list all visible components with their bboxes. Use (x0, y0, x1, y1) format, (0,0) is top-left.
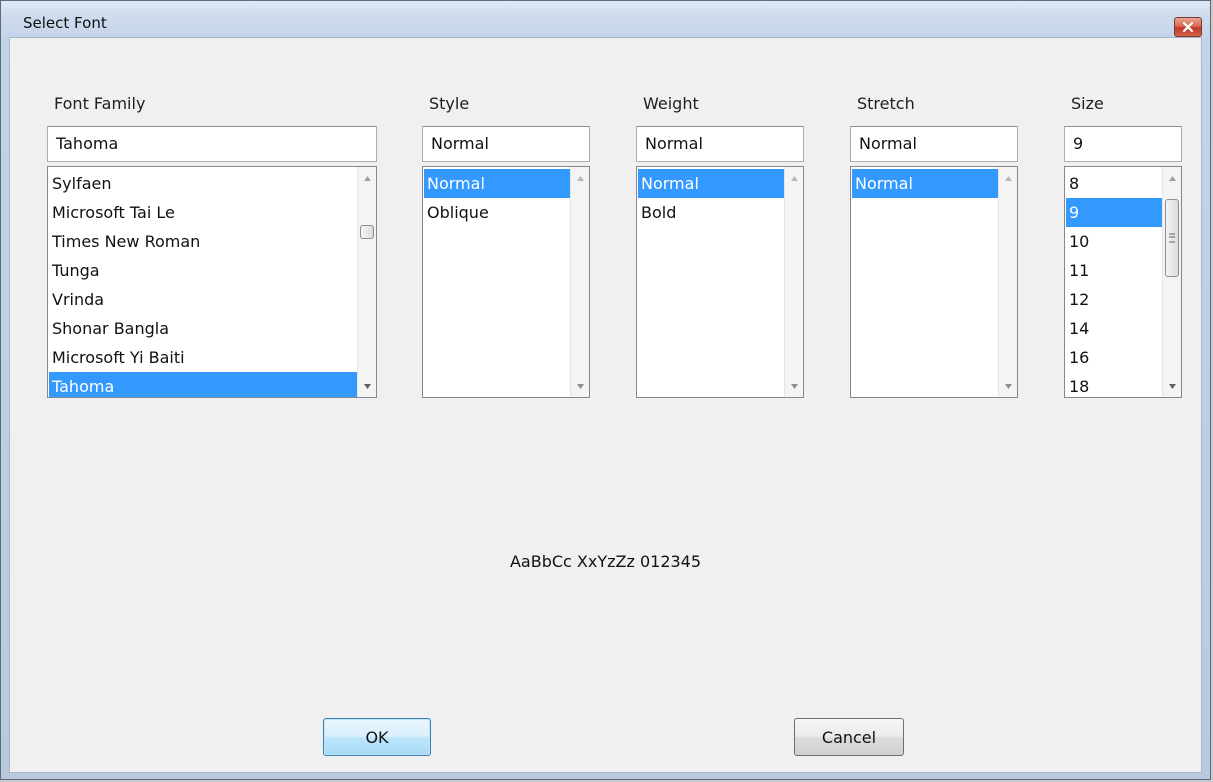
size-list-item[interactable]: 11 (1066, 256, 1162, 285)
scroll-up-arrow-icon[interactable] (1163, 169, 1181, 187)
font-preview-text: AaBbCc XxYzZz 012345 (509, 552, 702, 571)
size-label: Size (1071, 94, 1104, 113)
stretch-label: Stretch (857, 94, 915, 113)
scroll-up-arrow-icon[interactable] (571, 169, 589, 187)
stretch-list[interactable]: Normal (850, 166, 1018, 398)
family-list-item[interactable]: Microsoft Yi Baiti (49, 343, 357, 372)
scroll-down-arrow-icon[interactable] (1163, 377, 1181, 395)
size-list-item[interactable]: 9 (1066, 198, 1162, 227)
style-items: Normal Oblique (424, 169, 570, 227)
size-list-item[interactable]: 14 (1066, 314, 1162, 343)
cancel-button[interactable]: Cancel (794, 718, 904, 756)
family-list-item[interactable]: Microsoft Tai Le (49, 198, 357, 227)
stretch-scrollbar[interactable] (998, 167, 1017, 397)
weight-label: Weight (643, 94, 699, 113)
weight-list-item[interactable]: Bold (638, 198, 784, 227)
style-scrollbar[interactable] (570, 167, 589, 397)
stretch-input[interactable]: Normal (850, 126, 1018, 162)
style-list-item[interactable]: Normal (424, 169, 570, 198)
style-list[interactable]: Normal Oblique (422, 166, 590, 398)
dialog-content: Font Family Tahoma Sylfaen Microsoft Tai … (9, 37, 1202, 773)
grip-icon (1169, 233, 1175, 243)
scroll-thumb[interactable] (1165, 199, 1179, 277)
family-list-item[interactable]: Sylfaen (49, 169, 357, 198)
style-input[interactable]: Normal (422, 126, 590, 162)
family-list-item[interactable]: Shonar Bangla (49, 314, 357, 343)
weight-input[interactable]: Normal (636, 126, 804, 162)
family-list-item[interactable]: Times New Roman (49, 227, 357, 256)
ok-button[interactable]: OK (323, 718, 431, 756)
scroll-thumb[interactable] (360, 225, 374, 239)
size-list-item[interactable]: 18 (1066, 372, 1162, 397)
select-font-dialog: Select Font Font Family Tahoma Sylfaen Mi… (0, 0, 1211, 780)
close-icon (1183, 22, 1193, 32)
size-list-item[interactable]: 12 (1066, 285, 1162, 314)
weight-scrollbar[interactable] (784, 167, 803, 397)
stretch-items: Normal (852, 169, 998, 198)
family-list-item[interactable]: Tahoma (49, 372, 357, 397)
font-family-scrollbar[interactable] (357, 167, 376, 397)
font-family-input[interactable]: Tahoma (47, 126, 377, 162)
weight-list[interactable]: Normal Bold (636, 166, 804, 398)
title-bar[interactable]: Select Font (1, 1, 1210, 37)
scroll-down-arrow-icon[interactable] (358, 377, 376, 395)
window-title: Select Font (23, 14, 107, 32)
size-items: 8 9 10 11 12 14 16 18 (1066, 169, 1162, 397)
size-list-item[interactable]: 10 (1066, 227, 1162, 256)
size-list[interactable]: 8 9 10 11 12 14 16 18 (1064, 166, 1182, 398)
scroll-up-arrow-icon[interactable] (358, 169, 376, 187)
close-button[interactable] (1174, 17, 1202, 37)
stretch-list-item[interactable]: Normal (852, 169, 998, 198)
family-list-item[interactable]: Tunga (49, 256, 357, 285)
weight-items: Normal Bold (638, 169, 784, 227)
size-list-item[interactable]: 8 (1066, 169, 1162, 198)
family-list-item[interactable]: Vrinda (49, 285, 357, 314)
scroll-down-arrow-icon[interactable] (999, 377, 1017, 395)
scroll-up-arrow-icon[interactable] (999, 169, 1017, 187)
font-family-label: Font Family (54, 94, 146, 113)
style-label: Style (429, 94, 470, 113)
size-scrollbar[interactable] (1162, 167, 1181, 397)
font-family-items: Sylfaen Microsoft Tai Le Times New Roman Tu… (49, 169, 357, 397)
weight-list-item[interactable]: Normal (638, 169, 784, 198)
scroll-down-arrow-icon[interactable] (571, 377, 589, 395)
size-list-item[interactable]: 16 (1066, 343, 1162, 372)
scroll-down-arrow-icon[interactable] (785, 377, 803, 395)
size-input[interactable]: 9 (1064, 126, 1182, 162)
style-list-item[interactable]: Oblique (424, 198, 570, 227)
scroll-up-arrow-icon[interactable] (785, 169, 803, 187)
font-family-list[interactable]: Sylfaen Microsoft Tai Le Times New Roman Tu… (47, 166, 377, 398)
